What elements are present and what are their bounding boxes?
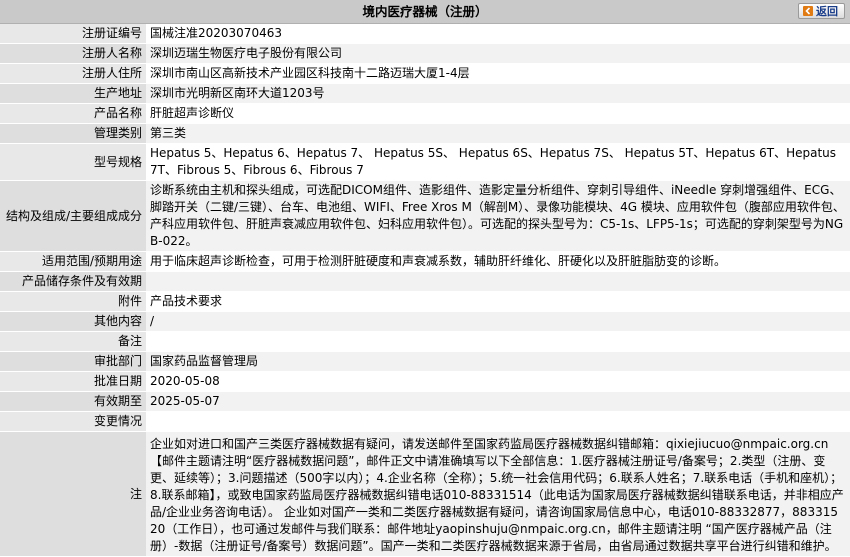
back-arrow-icon	[803, 6, 813, 16]
field-label: 型号规格	[0, 143, 146, 181]
field-label: 产品名称	[0, 103, 146, 124]
field-value	[146, 271, 850, 292]
page-header: 境内医疗器械（注册） 返回	[0, 0, 850, 24]
field-label: 产品储存条件及有效期	[0, 271, 146, 292]
table-row: 管理类别 第三类	[0, 123, 850, 144]
table-row: 产品名称 肝脏超声诊断仪	[0, 103, 850, 124]
table-row: 变更情况	[0, 411, 850, 432]
field-label: 结构及组成/主要组成成分	[0, 180, 146, 252]
table-row: 注册人名称 深圳迈瑞生物医疗电子股份有限公司	[0, 43, 850, 64]
back-button-label: 返回	[816, 5, 838, 18]
table-row: 结构及组成/主要组成成分 诊断系统由主机和探头组成，可选配DICOM组件、造影组件…	[0, 180, 850, 252]
field-value: 深圳迈瑞生物医疗电子股份有限公司	[146, 43, 850, 64]
field-value	[146, 331, 850, 352]
field-label: 生产地址	[0, 83, 146, 104]
table-row: 适用范围/预期用途 用于临床超声诊断检查，可用于检测肝脏硬度和声衰减系数，辅助肝纤…	[0, 251, 850, 272]
table-row: 其他内容 /	[0, 311, 850, 332]
table-row: 批准日期 2020-05-08	[0, 371, 850, 392]
field-value: 诊断系统由主机和探头组成，可选配DICOM组件、造影组件、造影定量分析组件、穿刺…	[146, 180, 850, 252]
field-label: 有效期至	[0, 391, 146, 412]
field-value: 深圳市光明新区南环大道1203号	[146, 83, 850, 104]
field-label: 批准日期	[0, 371, 146, 392]
detail-table: 注册证编号 国械注准20203070463 注册人名称 深圳迈瑞生物医疗电子股份有限…	[0, 24, 850, 557]
field-value: 用于临床超声诊断检查，可用于检测肝脏硬度和声衰减系数，辅助肝纤维化、肝硬化以及肝…	[146, 251, 850, 272]
note-value: 企业如对进口和国产三类医疗器械数据有疑问，请发送邮件至国家药监局医疗器械数据纠错…	[146, 431, 850, 557]
note-label: 注	[0, 431, 146, 557]
field-value: 第三类	[146, 123, 850, 144]
back-button[interactable]: 返回	[798, 3, 845, 19]
note-text: 企业如对进口和国产三类医疗器械数据有疑问，请发送邮件至国家药监局医疗器械数据纠错…	[150, 437, 844, 553]
field-value: 深圳市南山区高新技术产业园区科技南十二路迈瑞大厦1-4层	[146, 63, 850, 84]
field-value: 国家药品监督管理局	[146, 351, 850, 372]
field-label: 注册人住所	[0, 63, 146, 84]
field-label: 注册人名称	[0, 43, 146, 64]
field-label: 附件	[0, 291, 146, 312]
field-label: 备注	[0, 331, 146, 352]
field-value: Hepatus 5、Hepatus 6、Hepatus 7、 Hepatus 5…	[146, 143, 850, 181]
table-row: 注企业如对进口和国产三类医疗器械数据有疑问，请发送邮件至国家药监局医疗器械数据纠…	[0, 431, 850, 557]
field-value: /	[146, 311, 850, 332]
field-label: 其他内容	[0, 311, 146, 332]
field-label: 适用范围/预期用途	[0, 251, 146, 272]
table-row: 产品储存条件及有效期	[0, 271, 850, 292]
table-row: 注册证编号 国械注准20203070463	[0, 24, 850, 44]
field-label: 变更情况	[0, 411, 146, 432]
table-row: 备注	[0, 331, 850, 352]
table-row: 审批部门 国家药品监督管理局	[0, 351, 850, 372]
page-title: 境内医疗器械（注册）	[362, 4, 488, 19]
table-row: 注册人住所 深圳市南山区高新技术产业园区科技南十二路迈瑞大厦1-4层	[0, 63, 850, 84]
table-row: 生产地址 深圳市光明新区南环大道1203号	[0, 83, 850, 104]
table-row: 有效期至 2025-05-07	[0, 391, 850, 412]
field-value: 产品技术要求	[146, 291, 850, 312]
field-label: 审批部门	[0, 351, 146, 372]
table-row: 附件 产品技术要求	[0, 291, 850, 312]
field-label: 管理类别	[0, 123, 146, 144]
field-value: 2020-05-08	[146, 371, 850, 392]
field-label: 注册证编号	[0, 24, 146, 44]
field-value: 国械注准20203070463	[146, 24, 850, 44]
table-row: 型号规格 Hepatus 5、Hepatus 6、Hepatus 7、 Hepat…	[0, 143, 850, 181]
field-value	[146, 411, 850, 432]
field-value: 肝脏超声诊断仪	[146, 103, 850, 124]
field-value: 2025-05-07	[146, 391, 850, 412]
